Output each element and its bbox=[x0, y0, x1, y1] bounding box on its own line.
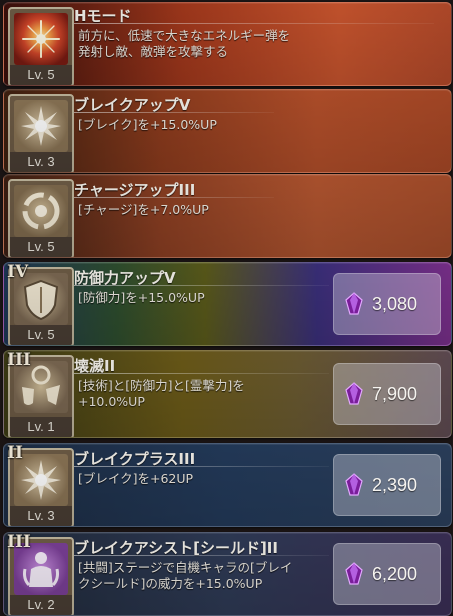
name-underline bbox=[74, 112, 274, 113]
skill-icon-frame: Lv. 5 bbox=[8, 7, 74, 85]
unlock-cost-value: 3,080 bbox=[372, 293, 418, 314]
gem-icon bbox=[345, 562, 363, 585]
name-underline bbox=[74, 466, 329, 467]
skill-desc-line: [共闘]ステージで自機キャラの[ブレイ bbox=[78, 560, 293, 575]
skill-description: [技術]と[防御力]と[霊撃力]を +10.0%UP bbox=[78, 378, 245, 410]
unlock-cost-value: 2,390 bbox=[372, 474, 418, 495]
skill-card-break-up-v[interactable]: Lv. 3 ブレイクアップV [ブレイク]を+15.0%UP bbox=[3, 89, 452, 173]
unlock-cost-value: 7,900 bbox=[372, 383, 418, 404]
swirl-icon bbox=[14, 185, 68, 237]
skill-level: Lv. 3 bbox=[10, 506, 72, 526]
skill-level: Lv. 5 bbox=[10, 237, 72, 257]
tier-numeral: II bbox=[7, 443, 23, 463]
burst-icon bbox=[14, 100, 68, 152]
unlock-cost-button[interactable]: 2,390 bbox=[333, 454, 441, 516]
skill-desc-line: クシールド]の威力を+15.0%UP bbox=[78, 576, 263, 591]
skill-card-break-assist-shield-ii[interactable]: III Lv. 2 ブレイクアシスト[シールド]II [共闘]ステージで自機キャ… bbox=[3, 532, 452, 616]
skill-list: Lv. 5 Hモード 前方に、低速で大きなエネルギー弾を 発射し敵、敵弾を攻撃す… bbox=[0, 0, 453, 616]
skill-card-charge-up-iii[interactable]: Lv. 5 チャージアップIII [チャージ]を+7.0%UP bbox=[3, 174, 452, 258]
skill-level: Lv. 2 bbox=[10, 595, 72, 615]
skill-description: [防御力]を+15.0%UP bbox=[78, 290, 205, 306]
skill-desc-line: 前方に、低速で大きなエネルギー弾を bbox=[78, 28, 291, 43]
skill-level: Lv. 3 bbox=[10, 152, 72, 172]
skill-description: [チャージ]を+7.0%UP bbox=[78, 202, 209, 218]
skill-level: Lv. 5 bbox=[10, 325, 72, 345]
skill-icon-frame: Lv. 3 bbox=[8, 94, 74, 172]
unlock-cost-button[interactable]: 7,900 bbox=[333, 363, 441, 425]
skill-description: [共闘]ステージで自機キャラの[ブレイ クシールド]の威力を+15.0%UP bbox=[78, 560, 292, 592]
skill-card-break-plus-iii[interactable]: II Lv. 3 ブレイクプラスIII [ブレイク]を+62UP 2,390 bbox=[3, 443, 452, 527]
tier-numeral: III bbox=[7, 350, 31, 370]
skill-card-defense-up-v[interactable]: IV Lv. 5 防御力アップV [防御力]を+15.0%UP 3,080 bbox=[3, 262, 452, 346]
skill-level: Lv. 5 bbox=[10, 65, 72, 85]
unlock-cost-button[interactable]: 6,200 bbox=[333, 543, 441, 605]
gem-icon bbox=[345, 473, 363, 496]
flare-icon bbox=[14, 13, 68, 65]
gem-icon bbox=[345, 382, 363, 405]
skill-level: Lv. 1 bbox=[10, 417, 72, 437]
skill-icon-frame: Lv. 5 bbox=[8, 179, 74, 257]
unlock-cost-button[interactable]: 3,080 bbox=[333, 273, 441, 335]
skill-desc-line: [防御力]を+15.0%UP bbox=[78, 290, 205, 305]
skill-description: 前方に、低速で大きなエネルギー弾を 発射し敵、敵弾を攻撃する bbox=[78, 28, 290, 60]
gem-icon bbox=[345, 292, 363, 315]
skill-desc-line: [ブレイク]を+15.0%UP bbox=[78, 117, 217, 132]
skill-card-destruction-ii[interactable]: III Lv. 1 壊滅II [技術]と[防御力]と[霊撃力]を +10.0%U… bbox=[3, 350, 452, 438]
skill-description: [ブレイク]を+62UP bbox=[78, 471, 193, 487]
tier-numeral: III bbox=[7, 532, 31, 552]
skill-card-h-mode[interactable]: Lv. 5 Hモード 前方に、低速で大きなエネルギー弾を 発射し敵、敵弾を攻撃す… bbox=[3, 2, 452, 86]
skill-desc-line: [ブレイク]を+62UP bbox=[78, 471, 194, 486]
unlock-cost-value: 6,200 bbox=[372, 563, 418, 584]
name-underline bbox=[74, 285, 329, 286]
tier-numeral: IV bbox=[7, 262, 29, 282]
name-underline bbox=[74, 555, 329, 556]
name-underline bbox=[74, 197, 274, 198]
skill-description: [ブレイク]を+15.0%UP bbox=[78, 117, 217, 133]
name-underline bbox=[74, 373, 329, 374]
skill-desc-line: 発射し敵、敵弾を攻撃する bbox=[78, 44, 229, 59]
skill-desc-line: +10.0%UP bbox=[78, 394, 145, 409]
skill-desc-line: [チャージ]を+7.0%UP bbox=[78, 202, 209, 217]
skill-desc-line: [技術]と[防御力]と[霊撃力]を bbox=[78, 378, 245, 393]
name-underline bbox=[74, 23, 434, 24]
